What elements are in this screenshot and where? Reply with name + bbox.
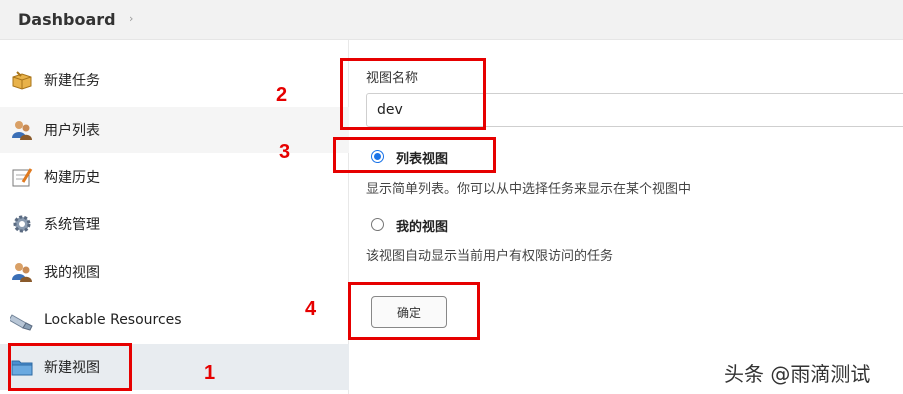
- annotation-box-4: [348, 282, 480, 340]
- my-view-description: 该视图自动显示当前用户有权限访问的任务: [366, 249, 614, 264]
- annotation-number-4: 4: [305, 298, 317, 320]
- sidebar-item-label: 构建历史: [44, 170, 100, 186]
- annotation-number-1: 1: [204, 362, 216, 384]
- sidebar: 新建任务 用户列表 构建历史 系统管理 我的视图 Lockable Resour…: [0, 40, 349, 394]
- my-view-option-label[interactable]: 我的视图: [396, 216, 448, 235]
- list-view-description: 显示简单列表。你可以从中选择任务来显示在某个视图中: [366, 182, 692, 197]
- sidebar-item-label: 新建任务: [44, 73, 100, 89]
- sidebar-item-manage[interactable]: 系统管理: [0, 201, 349, 247]
- annotation-box-3: [333, 137, 496, 173]
- annotation-box-2: [340, 58, 486, 130]
- sidebar-item-label: Lockable Resources: [44, 312, 182, 328]
- dashboard-link[interactable]: Dashboard: [18, 10, 116, 29]
- watermark: 头条 @雨滴测试: [724, 362, 871, 386]
- users-icon: [10, 118, 34, 142]
- sidebar-item-lockable-resources[interactable]: Lockable Resources: [0, 297, 349, 343]
- top-bar: Dashboard ›: [0, 0, 903, 40]
- gear-icon: [10, 212, 34, 236]
- usb-drive-icon: [10, 308, 34, 332]
- notepad-icon: [10, 165, 34, 189]
- sidebar-item-users[interactable]: 用户列表: [0, 107, 349, 153]
- sidebar-item-build-history[interactable]: 构建历史: [0, 154, 349, 200]
- user-icon: [10, 260, 34, 284]
- annotation-number-2: 2: [276, 84, 288, 106]
- package-icon: [10, 68, 34, 92]
- annotation-number-3: 3: [279, 141, 291, 163]
- sidebar-item-new-job[interactable]: 新建任务: [0, 57, 349, 103]
- chevron-right-icon[interactable]: ›: [129, 12, 133, 25]
- sidebar-item-label: 系统管理: [44, 217, 100, 233]
- annotation-box-1: [8, 343, 132, 391]
- sidebar-item-my-views[interactable]: 我的视图: [0, 249, 349, 295]
- my-view-radio[interactable]: [371, 218, 384, 231]
- sidebar-item-label: 用户列表: [44, 123, 100, 139]
- sidebar-item-label: 我的视图: [44, 265, 100, 281]
